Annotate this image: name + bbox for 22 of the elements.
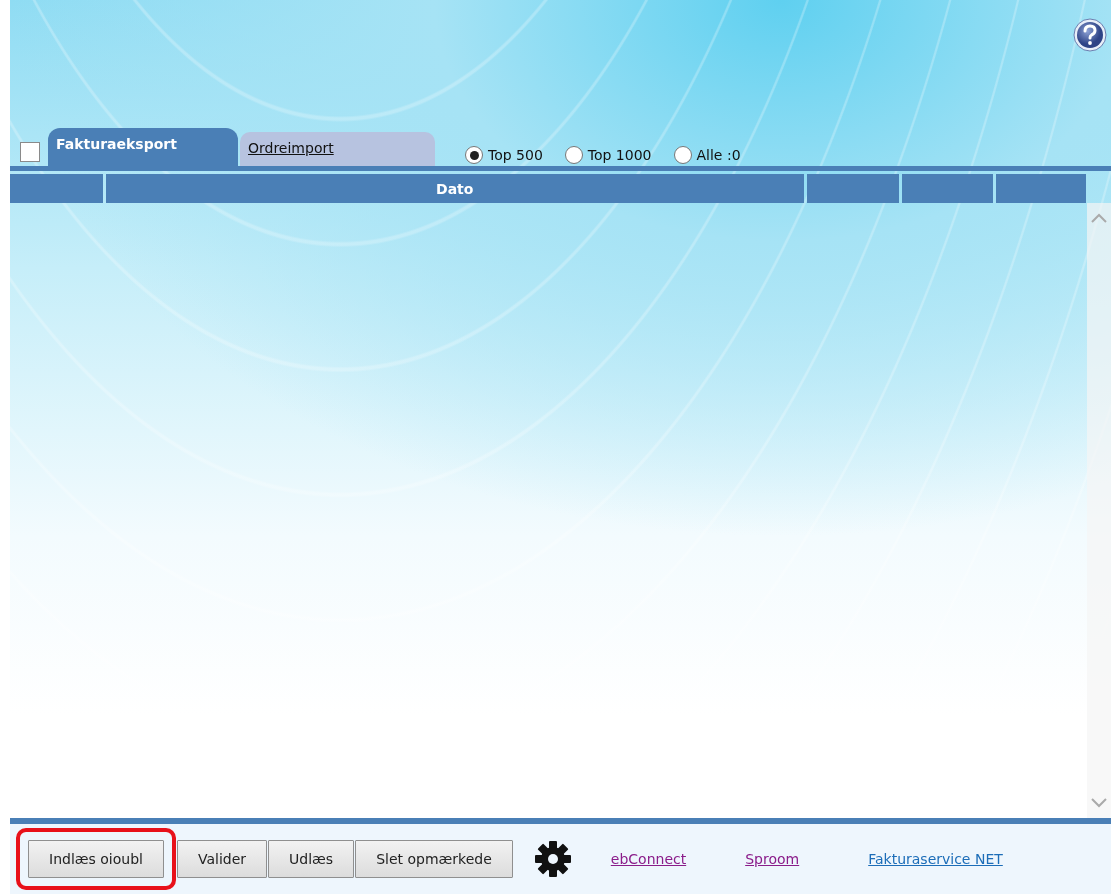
column-header: Dato bbox=[105, 174, 804, 203]
action-button[interactable]: Udlæs bbox=[268, 840, 355, 878]
link[interactable]: Sproom bbox=[745, 851, 800, 867]
action-button[interactable]: Valider bbox=[176, 840, 268, 878]
radio-button[interactable] bbox=[564, 146, 583, 164]
radio-button[interactable] bbox=[673, 146, 692, 164]
scrollbar[interactable] bbox=[1087, 203, 1111, 818]
link[interactable]: ebConnect bbox=[610, 851, 687, 867]
radio-button[interactable] bbox=[465, 146, 483, 164]
tab[interactable]: Fakturaeksport bbox=[48, 128, 238, 166]
radio-label: Top 1000 bbox=[587, 147, 652, 163]
action-button[interactable]: Indlæs oioubl bbox=[28, 840, 164, 878]
select-all-checkbox[interactable] bbox=[20, 142, 40, 162]
radio-label: Top 500 bbox=[488, 147, 543, 163]
action-button[interactable]: Slet opmærkede bbox=[355, 840, 513, 878]
settings-icon[interactable] bbox=[533, 840, 572, 878]
tab[interactable]: Ordreimport bbox=[240, 132, 435, 166]
radio-label: Alle :0 bbox=[696, 147, 741, 163]
scroll-down-icon[interactable] bbox=[1091, 798, 1107, 808]
help-icon[interactable] bbox=[1073, 18, 1107, 52]
link[interactable]: Fakturaservice NET bbox=[868, 851, 1003, 867]
scroll-up-icon[interactable] bbox=[1091, 213, 1107, 223]
